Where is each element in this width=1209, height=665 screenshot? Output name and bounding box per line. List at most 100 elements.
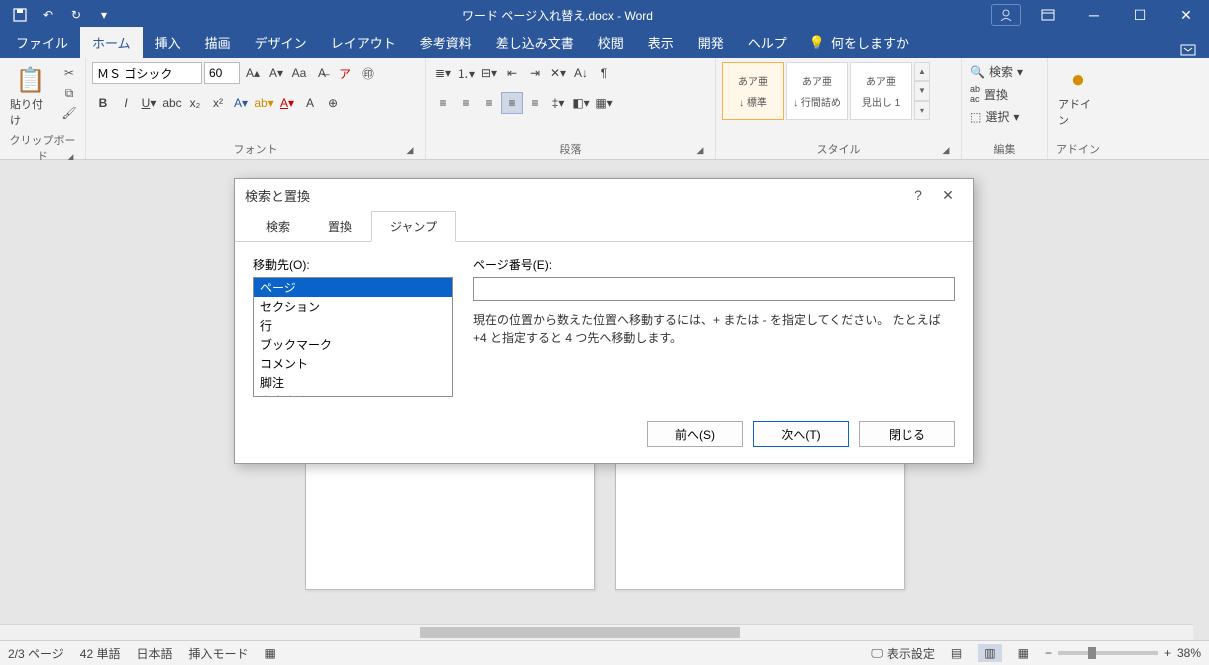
undo-icon[interactable]: ↶ (36, 3, 60, 27)
clear-format-icon[interactable]: A̶ (311, 62, 333, 84)
zoom-level[interactable]: 38% (1177, 646, 1201, 660)
increase-indent-icon[interactable]: ⇥ (524, 62, 546, 84)
subscript-button[interactable]: x₂ (184, 92, 206, 114)
save-icon[interactable] (8, 3, 32, 27)
underline-button[interactable]: U▾ (138, 92, 160, 114)
view-print-icon[interactable]: ▥ (978, 644, 1001, 662)
multilevel-icon[interactable]: ⊟▾ (478, 62, 500, 84)
select-button[interactable]: ⬚選択▾ (968, 107, 1025, 126)
tab-file[interactable]: ファイル (4, 27, 80, 58)
bold-button[interactable]: B (92, 92, 114, 114)
tab-references[interactable]: 参考資料 (408, 27, 484, 58)
page-number-input[interactable] (473, 277, 955, 301)
tab-layout[interactable]: レイアウト (319, 27, 408, 58)
zoom-in-button[interactable]: + (1164, 646, 1171, 660)
align-center-icon[interactable]: ≡ (455, 92, 477, 114)
goto-item-bookmark[interactable]: ブックマーク (254, 335, 452, 354)
tab-review[interactable]: 校閲 (586, 27, 636, 58)
goto-item-line[interactable]: 行 (254, 316, 452, 335)
paragraph-launcher[interactable]: ◢ (693, 143, 707, 157)
minimize-button[interactable]: ─ (1071, 0, 1117, 30)
style-heading1[interactable]: あア亜見出し 1 (850, 62, 912, 120)
style-expand[interactable]: ▾ (914, 101, 930, 120)
strike-button[interactable]: abc (161, 92, 183, 114)
shading-icon[interactable]: ◧▾ (570, 92, 592, 114)
font-launcher[interactable]: ◢ (403, 143, 417, 157)
cut-icon[interactable]: ✂ (59, 64, 79, 82)
style-normal[interactable]: あア亜↓ 標準 (722, 62, 784, 120)
close-button[interactable]: ✕ (1163, 0, 1209, 30)
highlight-icon[interactable]: ab▾ (253, 92, 275, 114)
style-no-spacing[interactable]: あア亜↓ 行間詰め (786, 62, 848, 120)
decrease-indent-icon[interactable]: ⇤ (501, 62, 523, 84)
text-effects-icon[interactable]: A▾ (230, 92, 252, 114)
grow-font-icon[interactable]: A▴ (242, 62, 264, 84)
tab-developer[interactable]: 開発 (686, 27, 736, 58)
justify-icon[interactable]: ≡ (501, 92, 523, 114)
status-words[interactable]: 42 単語 (80, 645, 121, 662)
font-name-input[interactable] (92, 62, 202, 84)
italic-button[interactable]: I (115, 92, 137, 114)
dialog-tab-goto[interactable]: ジャンプ (371, 211, 456, 242)
align-right-icon[interactable]: ≡ (478, 92, 500, 114)
bullets-icon[interactable]: ≣▾ (432, 62, 454, 84)
dialog-tab-replace[interactable]: 置換 (309, 211, 371, 242)
zoom-out-button[interactable]: − (1045, 646, 1052, 660)
asian-layout-icon[interactable]: ✕▾ (547, 62, 569, 84)
addins-button[interactable]: ● アドイン (1054, 62, 1102, 130)
tab-design[interactable]: デザイン (243, 27, 319, 58)
account-icon[interactable] (991, 4, 1021, 26)
align-left-icon[interactable]: ≡ (432, 92, 454, 114)
display-settings-button[interactable]: 🖵表示設定 (871, 645, 935, 662)
change-case-icon[interactable]: Aa (288, 62, 310, 84)
shrink-font-icon[interactable]: A▾ (265, 62, 287, 84)
copy-icon[interactable]: ⧉ (59, 84, 79, 102)
goto-item-endnote[interactable]: 文末脚注 (254, 392, 452, 397)
char-shading-icon[interactable]: A (299, 92, 321, 114)
enclose-icon[interactable]: ㊞ (357, 62, 379, 84)
next-button[interactable]: 次へ(T) (753, 421, 849, 447)
status-language[interactable]: 日本語 (136, 645, 172, 662)
styles-launcher[interactable]: ◢ (939, 143, 953, 157)
tab-insert[interactable]: 挿入 (143, 27, 193, 58)
distribute-icon[interactable]: ≡ (524, 92, 546, 114)
sort-icon[interactable]: A↓ (570, 62, 592, 84)
goto-item-comment[interactable]: コメント (254, 354, 452, 373)
show-marks-icon[interactable]: ¶ (593, 62, 615, 84)
horizontal-scrollbar[interactable] (0, 624, 1193, 640)
style-scroll-up[interactable]: ▲ (914, 62, 930, 81)
font-size-input[interactable] (204, 62, 240, 84)
find-button[interactable]: 🔍検索▾ (968, 62, 1025, 81)
paste-button[interactable]: 📋 貼り付け (6, 62, 55, 130)
replace-button[interactable]: abac置換 (968, 83, 1025, 105)
view-read-icon[interactable]: ▤ (951, 646, 962, 660)
dialog-help-button[interactable]: ? (903, 187, 933, 203)
prev-button[interactable]: 前へ(S) (647, 421, 743, 447)
status-insert-mode[interactable]: 挿入モード (188, 645, 248, 662)
borders-icon[interactable]: ▦▾ (593, 92, 615, 114)
superscript-button[interactable]: x² (207, 92, 229, 114)
tab-mailings[interactable]: 差し込み文書 (484, 27, 586, 58)
status-macro-icon[interactable]: ▦ (265, 646, 276, 660)
line-spacing-icon[interactable]: ‡▾ (547, 92, 569, 114)
numbering-icon[interactable]: ⒈▾ (455, 62, 477, 84)
enclose-char-icon[interactable]: ⊕ (322, 92, 344, 114)
status-page[interactable]: 2/3 ページ (8, 645, 64, 662)
tab-home[interactable]: ホーム (80, 27, 143, 58)
maximize-button[interactable]: ☐ (1117, 0, 1163, 30)
redo-icon[interactable]: ↻ (64, 3, 88, 27)
format-painter-icon[interactable]: 🖌 (59, 104, 79, 122)
dialog-tab-find[interactable]: 検索 (247, 211, 309, 242)
zoom-thumb[interactable] (1088, 647, 1096, 659)
goto-item-page[interactable]: ページ (254, 278, 452, 297)
tab-draw[interactable]: 描画 (193, 27, 243, 58)
style-scroll-down[interactable]: ▼ (914, 81, 930, 100)
zoom-slider[interactable] (1058, 651, 1158, 655)
goto-listbox[interactable]: ページ セクション 行 ブックマーク コメント 脚注 文末脚注 (253, 277, 453, 397)
close-button-dialog[interactable]: 閉じる (859, 421, 955, 447)
view-web-icon[interactable]: ▦ (1018, 646, 1029, 660)
dialog-close-button[interactable]: ✕ (933, 187, 963, 204)
qat-customize-icon[interactable]: ▾ (92, 3, 116, 27)
goto-item-footnote[interactable]: 脚注 (254, 373, 452, 392)
tell-me[interactable]: 💡 何をしますか (799, 27, 919, 58)
